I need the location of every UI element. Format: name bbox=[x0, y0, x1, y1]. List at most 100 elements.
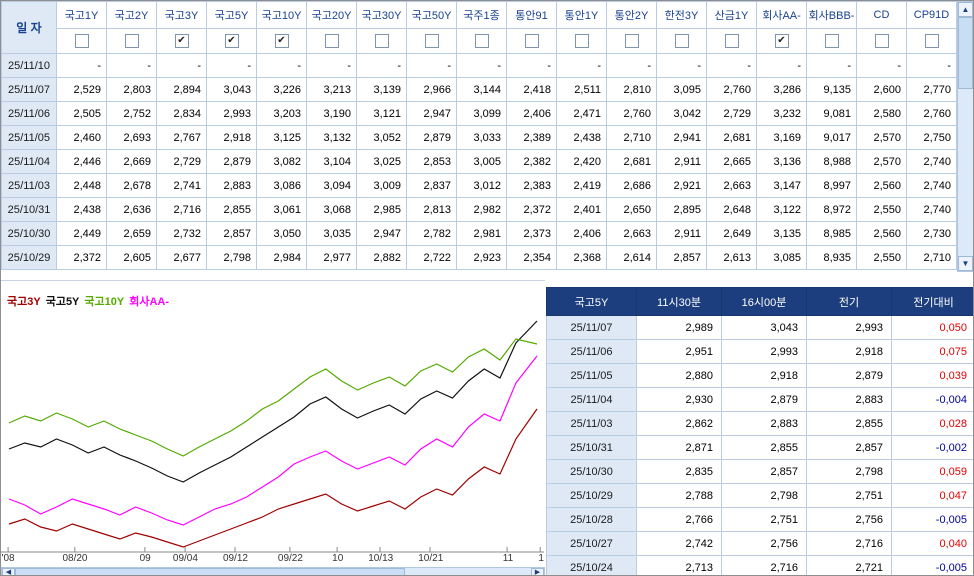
detail-table-row[interactable]: 25/10/31 2,871 2,855 2,857 -0,002 bbox=[546, 435, 973, 460]
value-cell: 2,372 bbox=[506, 197, 557, 222]
column-checkbox-cell-11[interactable] bbox=[606, 28, 657, 54]
detail-table-row[interactable]: 25/10/27 2,742 2,756 2,716 0,040 bbox=[546, 531, 973, 556]
detail-table-row[interactable]: 25/11/07 2,989 3,043 2,993 0,050 bbox=[546, 315, 973, 340]
yield-table-row[interactable]: 25/11/05 2,460 2,693 2,767 2,918 3,125 3,132 3,… bbox=[1, 125, 957, 150]
detail-table-row[interactable]: 25/10/29 2,788 2,798 2,751 0,047 bbox=[546, 483, 973, 508]
column-checkbox-cell-14[interactable]: ✔ bbox=[756, 28, 807, 54]
column-checkbox-5[interactable] bbox=[324, 34, 339, 48]
value-cell: 2,648 bbox=[706, 197, 757, 222]
detail-table-row[interactable]: 25/10/24 2,713 2,716 2,721 -0,005 bbox=[546, 555, 973, 575]
detail-change-cell: -0,004 bbox=[891, 387, 973, 412]
detail-1130-cell: 2,713 bbox=[636, 555, 722, 575]
column-checkbox-cell-7[interactable] bbox=[406, 28, 457, 54]
column-checkbox-16[interactable] bbox=[874, 34, 889, 48]
value-cell: 3,052 bbox=[356, 125, 407, 150]
yield-table-row[interactable]: 25/10/30 2,449 2,659 2,732 2,857 3,050 3,035 2,… bbox=[1, 221, 957, 246]
value-cell: 9,081 bbox=[806, 101, 857, 126]
column-checkbox-12[interactable] bbox=[674, 34, 689, 48]
vertical-scrollbar-thumb[interactable] bbox=[958, 17, 973, 89]
column-checkbox-cell-9[interactable] bbox=[506, 28, 557, 54]
horizontal-scrollbar[interactable]: ◀ ▶ bbox=[1, 567, 545, 575]
value-cell: 3,286 bbox=[756, 77, 807, 102]
horizontal-scrollbar-thumb[interactable] bbox=[15, 568, 405, 575]
value-cell: - bbox=[806, 53, 857, 78]
scroll-down-icon[interactable]: ▼ bbox=[958, 256, 973, 271]
value-cell: 8,972 bbox=[806, 197, 857, 222]
detail-table-row[interactable]: 25/11/05 2,880 2,918 2,879 0,039 bbox=[546, 363, 973, 388]
detail-prev-cell: 2,756 bbox=[806, 507, 892, 532]
value-cell: 2,947 bbox=[356, 221, 407, 246]
detail-table-row[interactable]: 25/10/30 2,835 2,857 2,798 0,059 bbox=[546, 459, 973, 484]
column-checkbox-10[interactable] bbox=[574, 34, 589, 48]
column-checkbox-14[interactable]: ✔ bbox=[774, 34, 789, 48]
column-checkbox-13[interactable] bbox=[724, 34, 739, 48]
value-cell: 2,923 bbox=[456, 245, 507, 270]
yield-line-chart bbox=[1, 320, 544, 553]
column-checkbox-cell-2[interactable]: ✔ bbox=[156, 28, 207, 54]
value-cell: 3,043 bbox=[206, 77, 257, 102]
column-checkbox-cell-4[interactable]: ✔ bbox=[256, 28, 307, 54]
yield-table-row[interactable]: 25/10/31 2,438 2,636 2,716 2,855 3,061 3,068 2,… bbox=[1, 197, 957, 222]
column-checkbox-2[interactable]: ✔ bbox=[174, 34, 189, 48]
detail-date-cell: 25/10/24 bbox=[546, 555, 637, 575]
scroll-up-icon[interactable]: ▲ bbox=[958, 2, 973, 17]
yield-table-row[interactable]: 25/11/06 2,505 2,752 2,834 2,993 3,203 3,190 3,… bbox=[1, 101, 957, 126]
column-checkbox-4[interactable]: ✔ bbox=[274, 34, 289, 48]
x-tick-label-5: 09/22 bbox=[277, 553, 303, 564]
value-cell: 8,935 bbox=[806, 245, 857, 270]
column-header-15: 회사BBB- bbox=[806, 1, 857, 29]
value-cell: 3,042 bbox=[656, 101, 707, 126]
column-checkbox-11[interactable] bbox=[624, 34, 639, 48]
x-tick-label-6: 10 bbox=[332, 553, 344, 564]
column-checkbox-9[interactable] bbox=[524, 34, 539, 48]
yield-table-row[interactable]: 25/11/03 2,448 2,678 2,741 2,883 3,086 3,094 3,… bbox=[1, 173, 957, 198]
date-cell: 25/10/29 bbox=[1, 245, 57, 270]
detail-prev-cell: 2,855 bbox=[806, 411, 892, 436]
column-header-row: 일 자 국고1Y 국고2Y 국고3Y 국고5Y 국고10Y 국고20Y 국고30Y 국고50Y 국… bbox=[1, 1, 957, 54]
detail-header-1: 11시30분 bbox=[636, 287, 722, 316]
column-checkbox-cell-0[interactable] bbox=[56, 28, 107, 54]
column-checkbox-7[interactable] bbox=[424, 34, 439, 48]
detail-table-row[interactable]: 25/11/03 2,862 2,883 2,855 0,028 bbox=[546, 411, 973, 436]
column-checkbox-3[interactable]: ✔ bbox=[224, 34, 239, 48]
column-checkbox-cell-15[interactable] bbox=[806, 28, 857, 54]
scroll-left-icon[interactable]: ◀ bbox=[2, 568, 15, 575]
detail-1130-cell: 2,930 bbox=[636, 387, 722, 412]
detail-table-row[interactable]: 25/10/28 2,766 2,751 2,756 -0,005 bbox=[546, 507, 973, 532]
column-checkbox-cell-6[interactable] bbox=[356, 28, 407, 54]
column-checkbox-0[interactable] bbox=[74, 34, 89, 48]
column-checkbox-6[interactable] bbox=[374, 34, 389, 48]
yield-table-row[interactable]: 25/11/07 2,529 2,803 2,894 3,043 3,226 3,213 3,… bbox=[1, 77, 957, 102]
column-checkbox-cell-17[interactable] bbox=[906, 28, 957, 54]
column-checkbox-cell-8[interactable] bbox=[456, 28, 507, 54]
detail-1600-cell: 2,918 bbox=[721, 363, 807, 388]
detail-table-row[interactable]: 25/11/06 2,951 2,993 2,918 0,075 bbox=[546, 339, 973, 364]
value-cell: 3,035 bbox=[306, 221, 357, 246]
value-cell: 2,659 bbox=[106, 221, 157, 246]
column-checkbox-cell-12[interactable] bbox=[656, 28, 707, 54]
column-checkbox-cell-13[interactable] bbox=[706, 28, 757, 54]
column-checkbox-cell-1[interactable] bbox=[106, 28, 157, 54]
column-checkbox-cell-10[interactable] bbox=[556, 28, 607, 54]
column-checkbox-17[interactable] bbox=[924, 34, 939, 48]
column-checkbox-8[interactable] bbox=[474, 34, 489, 48]
chart-panel: 국고3Y 국고5Y 국고10Y 회사AA- '08 08/20 09 09/04 09/12 0… bbox=[1, 280, 545, 575]
yield-table-row[interactable]: 25/11/10- - - - - - - - - - - - - - - - - - bbox=[1, 53, 957, 78]
yield-table-row[interactable]: 25/10/29 2,372 2,605 2,677 2,798 2,984 2,977 2,… bbox=[1, 245, 957, 270]
column-checkbox-cell-5[interactable] bbox=[306, 28, 357, 54]
column-checkbox-1[interactable] bbox=[124, 34, 139, 48]
detail-prev-cell: 2,883 bbox=[806, 387, 892, 412]
detail-1600-cell: 2,751 bbox=[721, 507, 807, 532]
yield-table-row[interactable]: 25/11/04 2,446 2,669 2,729 2,879 3,082 3,104 3,… bbox=[1, 149, 957, 174]
vertical-scrollbar[interactable]: ▲ ▼ bbox=[957, 1, 973, 272]
column-checkbox-15[interactable] bbox=[824, 34, 839, 48]
column-checkbox-cell-3[interactable]: ✔ bbox=[206, 28, 257, 54]
value-cell: 2,406 bbox=[506, 101, 557, 126]
column-checkbox-cell-16[interactable] bbox=[856, 28, 907, 54]
value-cell: 2,420 bbox=[556, 149, 607, 174]
value-cell: 2,419 bbox=[556, 173, 607, 198]
value-cell: 2,770 bbox=[906, 77, 957, 102]
quote-detail-panel: 국고5Y 11시30분 16시00분 전기 전기대비 25/11/07 2,989 3,04… bbox=[546, 287, 973, 575]
detail-table-row[interactable]: 25/11/04 2,930 2,879 2,883 -0,004 bbox=[546, 387, 973, 412]
scroll-right-icon[interactable]: ▶ bbox=[531, 568, 544, 575]
